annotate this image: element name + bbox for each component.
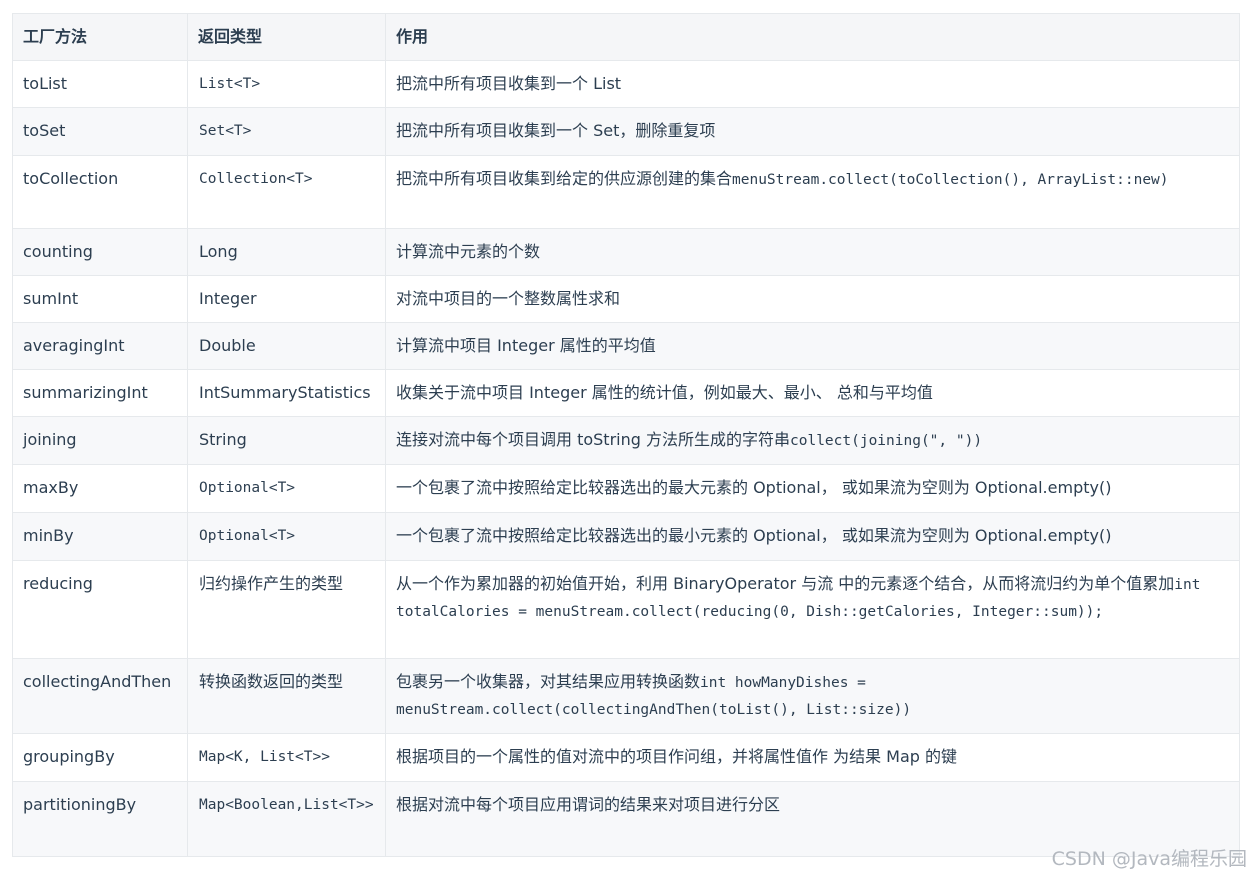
- cell-method: maxBy: [12, 464, 188, 513]
- cell-description: 包裹另一个收集器，对其结果应用转换函数int howManyDishes = m…: [385, 658, 1240, 734]
- cell-return-type: List<T>: [187, 60, 386, 108]
- description-code: menuStream.collect(toCollection(), Array…: [732, 172, 1169, 188]
- collectors-table-container: 工厂方法 返回类型 作用 toList List<T> 把流中所有项目收集到一个 L…: [12, 13, 1240, 857]
- description-text: 包裹另一个收集器，对其结果应用转换函数: [396, 672, 701, 691]
- cell-description: 把流中所有项目收集到给定的供应源创建的集合menuStream.collect(…: [385, 155, 1240, 229]
- cell-description: 连接对流中每个项目调用 toString 方法所生成的字符串collect(jo…: [385, 416, 1240, 465]
- cell-description: 一个包裹了流中按照给定比较器选出的最大元素的 Optional， 或如果流为空则…: [385, 464, 1240, 513]
- cell-return-type: IntSummaryStatistics: [187, 369, 386, 417]
- cell-description: 计算流中元素的个数: [385, 228, 1240, 276]
- collectors-table: 工厂方法 返回类型 作用 toList List<T> 把流中所有项目收集到一个 L…: [12, 13, 1240, 857]
- table-row: maxBy Optional<T> 一个包裹了流中按照给定比较器选出的最大元素的 O…: [12, 464, 1240, 513]
- header-return-type: 返回类型: [187, 13, 386, 61]
- description-text: 计算流中元素的个数: [396, 242, 541, 261]
- table-row: joining String 连接对流中每个项目调用 toString 方法所生成的…: [12, 416, 1240, 465]
- cell-return-type: String: [187, 416, 386, 465]
- cell-method: joining: [12, 416, 188, 465]
- cell-description: 计算流中项目 Integer 属性的平均值: [385, 322, 1240, 370]
- table-body: toList List<T> 把流中所有项目收集到一个 List toSet Set<T…: [12, 60, 1240, 857]
- description-text: 把流中所有项目收集到一个 List: [396, 74, 622, 93]
- cell-method: partitioningBy: [12, 781, 188, 857]
- cell-description: 一个包裹了流中按照给定比较器选出的最小元素的 Optional， 或如果流为空则…: [385, 512, 1240, 561]
- cell-method: toList: [12, 60, 188, 108]
- cell-description: 对流中项目的一个整数属性求和: [385, 275, 1240, 323]
- cell-return-type: Long: [187, 228, 386, 276]
- cell-method: groupingBy: [12, 733, 188, 782]
- table-row: toList List<T> 把流中所有项目收集到一个 List: [12, 60, 1240, 108]
- description-text: 把流中所有项目收集到一个 Set，删除重复项: [396, 121, 716, 140]
- table-row: toCollection Collection<T> 把流中所有项目收集到给定的供应…: [12, 155, 1240, 229]
- cell-return-type: Optional<T>: [187, 512, 386, 561]
- cell-return-type: Integer: [187, 275, 386, 323]
- cell-return-type: Map<Boolean,List<T>>: [187, 781, 386, 857]
- cell-method: minBy: [12, 512, 188, 561]
- cell-return-type: 转换函数返回的类型: [187, 658, 386, 734]
- table-row: reducing 归约操作产生的类型 从一个作为累加器的初始值开始，利用 Binar…: [12, 560, 1240, 659]
- cell-return-type: Double: [187, 322, 386, 370]
- cell-description: 从一个作为累加器的初始值开始，利用 BinaryOperator 与流 中的元素…: [385, 560, 1240, 659]
- cell-method: reducing: [12, 560, 188, 659]
- description-text: 根据对流中每个项目应用谓词的结果来对项目进行分区: [396, 795, 781, 814]
- cell-return-type: Optional<T>: [187, 464, 386, 513]
- cell-return-type: 归约操作产生的类型: [187, 560, 386, 659]
- table-row: groupingBy Map<K, List<T>> 根据项目的一个属性的值对流中的…: [12, 733, 1240, 782]
- table-row: collectingAndThen 转换函数返回的类型 包裹另一个收集器，对其结果应…: [12, 658, 1240, 734]
- description-text: 一个包裹了流中按照给定比较器选出的最小元素的 Optional， 或如果流为空则…: [396, 526, 1112, 545]
- table-row: counting Long 计算流中元素的个数: [12, 228, 1240, 276]
- header-effect: 作用: [385, 13, 1240, 61]
- description-text: 把流中所有项目收集到给定的供应源创建的集合: [396, 169, 733, 188]
- table-row: minBy Optional<T> 一个包裹了流中按照给定比较器选出的最小元素的 O…: [12, 512, 1240, 561]
- cell-return-type: Map<K, List<T>>: [187, 733, 386, 782]
- cell-description: 收集关于流中项目 Integer 属性的统计值，例如最大、最小、 总和与平均值: [385, 369, 1240, 417]
- cell-description: 把流中所有项目收集到一个 List: [385, 60, 1240, 108]
- description-text: 从一个作为累加器的初始值开始，利用 BinaryOperator 与流 中的元素…: [396, 574, 1175, 593]
- cell-method: counting: [12, 228, 188, 276]
- watermark-text: CSDN @Java编程乐园: [1051, 848, 1247, 870]
- cell-method: toSet: [12, 107, 188, 156]
- table-row: summarizingInt IntSummaryStatistics 收集关于流中…: [12, 369, 1240, 417]
- cell-return-type: Collection<T>: [187, 155, 386, 229]
- header-factory-method: 工厂方法: [12, 13, 188, 61]
- cell-method: summarizingInt: [12, 369, 188, 417]
- description-text: 连接对流中每个项目调用 toString 方法所生成的字符串: [396, 430, 790, 449]
- table-header-row: 工厂方法 返回类型 作用: [12, 13, 1240, 61]
- cell-method: sumInt: [12, 275, 188, 323]
- table-row: averagingInt Double 计算流中项目 Integer 属性的平均值: [12, 322, 1240, 370]
- description-text: 一个包裹了流中按照给定比较器选出的最大元素的 Optional， 或如果流为空则…: [396, 478, 1112, 497]
- table-row: toSet Set<T> 把流中所有项目收集到一个 Set，删除重复项: [12, 107, 1240, 156]
- cell-description: 把流中所有项目收集到一个 Set，删除重复项: [385, 107, 1240, 156]
- description-text: 收集关于流中项目 Integer 属性的统计值，例如最大、最小、 总和与平均值: [396, 383, 933, 402]
- cell-return-type: Set<T>: [187, 107, 386, 156]
- table-row: sumInt Integer 对流中项目的一个整数属性求和: [12, 275, 1240, 323]
- description-text: 对流中项目的一个整数属性求和: [396, 289, 621, 308]
- description-text: 计算流中项目 Integer 属性的平均值: [396, 336, 656, 355]
- cell-method: collectingAndThen: [12, 658, 188, 734]
- cell-method: toCollection: [12, 155, 188, 229]
- description-code: collect(joining(", ")): [790, 433, 983, 449]
- cell-description: 根据项目的一个属性的值对流中的项目作问组，并将属性值作 为结果 Map 的键: [385, 733, 1240, 782]
- cell-method: averagingInt: [12, 322, 188, 370]
- description-text: 根据项目的一个属性的值对流中的项目作问组，并将属性值作 为结果 Map 的键: [396, 747, 958, 766]
